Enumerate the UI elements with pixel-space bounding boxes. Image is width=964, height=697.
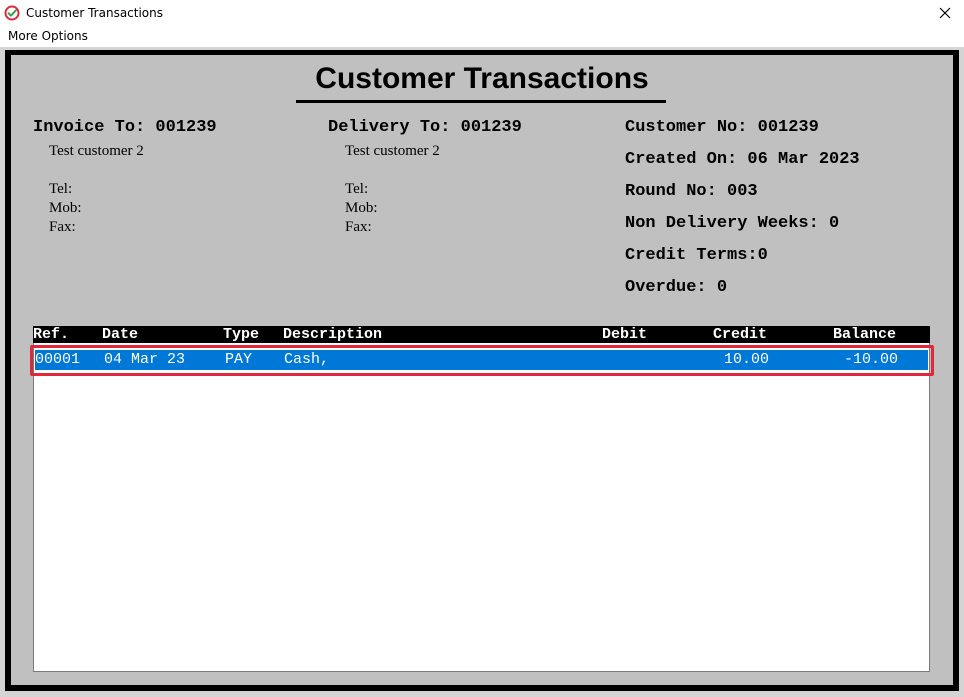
column-header-ref[interactable]: Ref. bbox=[33, 326, 69, 343]
column-header-debit[interactable]: Debit bbox=[602, 326, 647, 343]
title-underline bbox=[296, 100, 666, 103]
delivery-mob: Mob: bbox=[345, 200, 378, 216]
invoice-name: Test customer 2 bbox=[49, 143, 144, 159]
app-check-icon bbox=[4, 5, 20, 21]
title-bar: Customer Transactions bbox=[0, 0, 964, 27]
column-header-date[interactable]: Date bbox=[102, 326, 138, 343]
invoice-tel: Tel: bbox=[49, 181, 73, 197]
created-on: Created On: 06 Mar 2023 bbox=[625, 150, 860, 169]
round-number: Round No: 003 bbox=[625, 182, 758, 201]
customer-number: Customer No: 001239 bbox=[625, 118, 819, 137]
delivery-fax: Fax: bbox=[345, 219, 372, 235]
transactions-table-header: Ref. Date Type Description Debit Credit … bbox=[33, 326, 930, 343]
credit-terms: Credit Terms:0 bbox=[625, 246, 768, 265]
close-button[interactable] bbox=[930, 2, 960, 24]
page-title: Customer Transactions bbox=[315, 62, 649, 95]
window-title: Customer Transactions bbox=[26, 6, 164, 20]
column-header-description[interactable]: Description bbox=[283, 326, 382, 343]
invoice-mob: Mob: bbox=[49, 200, 82, 216]
overdue: Overdue: 0 bbox=[625, 278, 728, 297]
row-highlight-outline bbox=[30, 345, 934, 376]
column-header-credit[interactable]: Credit bbox=[713, 326, 767, 343]
close-icon bbox=[939, 7, 951, 19]
delivery-tel: Tel: bbox=[345, 181, 369, 197]
non-delivery-weeks: Non Delivery Weeks: 0 bbox=[625, 214, 840, 233]
transactions-table-body[interactable] bbox=[33, 343, 930, 672]
column-header-type[interactable]: Type bbox=[223, 326, 259, 343]
delivery-name: Test customer 2 bbox=[345, 143, 440, 159]
invoice-fax: Fax: bbox=[49, 219, 76, 235]
delivery-heading: Delivery To: 001239 bbox=[328, 118, 522, 137]
invoice-heading: Invoice To: 001239 bbox=[33, 118, 217, 137]
menu-item-more-options[interactable]: More Options bbox=[8, 29, 88, 43]
menu-bar: More Options bbox=[0, 27, 964, 47]
column-header-balance[interactable]: Balance bbox=[833, 326, 896, 343]
